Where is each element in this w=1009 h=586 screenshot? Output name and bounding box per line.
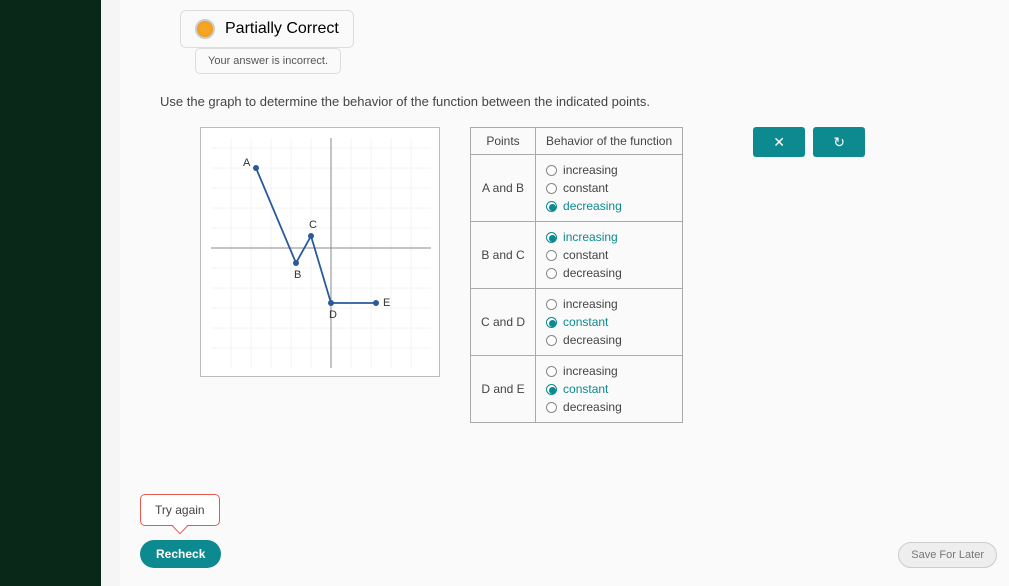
radio-label: decreasing <box>563 333 622 347</box>
radio-option-constant[interactable]: constant <box>546 313 672 331</box>
radio-icon <box>546 384 557 395</box>
radio-label: increasing <box>563 230 618 244</box>
row-label: C and D <box>471 289 536 356</box>
row-options: increasing constant decreasing <box>536 155 683 222</box>
header-behavior: Behavior of the function <box>536 128 683 155</box>
radio-icon <box>546 335 557 346</box>
header-points: Points <box>471 128 536 155</box>
point-label-e: E <box>383 297 390 309</box>
radio-option-decreasing[interactable]: decreasing <box>546 331 672 349</box>
radio-label: constant <box>563 315 608 329</box>
clear-button[interactable]: ✕ <box>753 127 805 157</box>
radio-option-decreasing[interactable]: decreasing <box>546 398 672 416</box>
radio-label: constant <box>563 382 608 396</box>
recheck-button[interactable]: Recheck <box>140 540 221 568</box>
status-title: Partially Correct <box>225 20 339 38</box>
radio-option-decreasing[interactable]: decreasing <box>546 197 672 215</box>
row-label: D and E <box>471 356 536 423</box>
radio-icon <box>546 183 557 194</box>
radio-option-constant[interactable]: constant <box>546 380 672 398</box>
radio-label: decreasing <box>563 266 622 280</box>
x-icon: ✕ <box>773 134 785 151</box>
radio-icon <box>546 201 557 212</box>
function-graph: A B C D E <box>200 127 440 377</box>
radio-icon <box>546 268 557 279</box>
reset-button[interactable]: ↻ <box>813 127 865 157</box>
radio-icon <box>546 317 557 328</box>
behavior-table: Points Behavior of the function A and Bi… <box>470 127 683 423</box>
radio-option-constant[interactable]: constant <box>546 179 672 197</box>
radio-icon <box>546 232 557 243</box>
radio-icon <box>546 402 557 413</box>
radio-option-decreasing[interactable]: decreasing <box>546 264 672 282</box>
partial-correct-icon <box>195 19 215 39</box>
question-text: Use the graph to determine the behavior … <box>160 94 989 109</box>
save-for-later-button[interactable]: Save For Later <box>898 542 997 568</box>
point-label-a: A <box>243 157 251 169</box>
radio-label: increasing <box>563 163 618 177</box>
row-options: increasing constant decreasing <box>536 289 683 356</box>
radio-label: decreasing <box>563 199 622 213</box>
radio-option-increasing[interactable]: increasing <box>546 228 672 246</box>
reset-icon: ↻ <box>833 134 845 151</box>
point-label-c: C <box>309 219 317 231</box>
radio-label: increasing <box>563 297 618 311</box>
radio-label: increasing <box>563 364 618 378</box>
radio-icon <box>546 165 557 176</box>
radio-label: decreasing <box>563 400 622 414</box>
try-again-button[interactable]: Try again <box>140 494 220 526</box>
radio-option-increasing[interactable]: increasing <box>546 295 672 313</box>
row-options: increasing constant decreasing <box>536 222 683 289</box>
radio-option-increasing[interactable]: increasing <box>546 161 672 179</box>
status-header: Partially Correct <box>180 10 354 48</box>
point-label-d: D <box>329 309 337 321</box>
radio-option-constant[interactable]: constant <box>546 246 672 264</box>
graph-svg: A B C D E <box>201 128 441 378</box>
row-options: increasing constant decreasing <box>536 356 683 423</box>
row-label: A and B <box>471 155 536 222</box>
radio-icon <box>546 299 557 310</box>
row-label: B and C <box>471 222 536 289</box>
radio-label: constant <box>563 181 608 195</box>
radio-icon <box>546 250 557 261</box>
radio-option-increasing[interactable]: increasing <box>546 362 672 380</box>
radio-icon <box>546 366 557 377</box>
point-label-b: B <box>294 269 301 281</box>
radio-label: constant <box>563 248 608 262</box>
status-subtitle: Your answer is incorrect. <box>195 48 341 74</box>
